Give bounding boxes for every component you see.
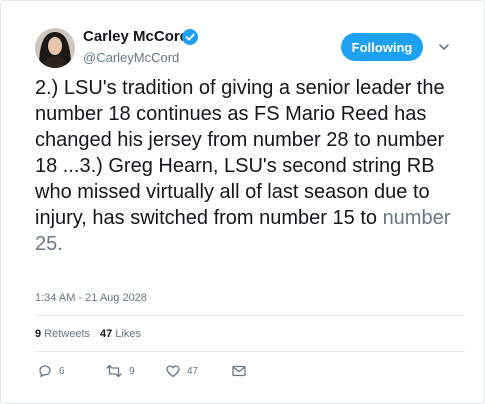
profile-photo [35,28,75,68]
retweet-button[interactable]: 9 [105,363,135,379]
retweets-label: Retweets [44,328,91,340]
tweet-actions: 6 9 47 [35,363,465,383]
like-count: 47 [187,365,199,377]
retweet-icon [106,364,122,378]
reply-icon [39,365,51,378]
reply-button[interactable]: 6 [37,363,65,379]
likes-stat[interactable]: 47 Likes [100,328,141,340]
verified-badge-icon [182,29,198,45]
tweet-text: 2.) LSU's tradition of giving a senior l… [35,75,465,257]
tweet-header: Carley McCord @CarleyMcCord Following [1,1,484,71]
divider [35,351,465,352]
reply-count: 6 [59,365,65,377]
likes-label: Likes [115,328,142,340]
tweet-card: Carley McCord @CarleyMcCord Following 2.… [0,0,485,404]
likes-count: 47 [100,328,113,340]
retweet-count: 9 [129,365,135,377]
envelope-icon [232,365,246,377]
retweets-count: 9 [35,328,42,340]
engagement-stats: 9 Retweets 47 Likes [35,328,141,340]
following-button[interactable]: Following [341,33,423,61]
chevron-down-icon[interactable] [438,41,450,53]
retweets-stat[interactable]: 9 Retweets [35,328,90,340]
direct-message-button[interactable] [231,363,247,379]
heart-icon [166,365,180,378]
avatar[interactable] [35,28,75,68]
tweet-timestamp[interactable]: 1:34 AM - 21 Aug 2028 [35,292,147,304]
like-button[interactable]: 47 [165,363,198,379]
display-name[interactable]: Carley McCord [83,28,189,45]
user-handle[interactable]: @CarleyMcCord [83,50,179,65]
divider [35,315,465,316]
